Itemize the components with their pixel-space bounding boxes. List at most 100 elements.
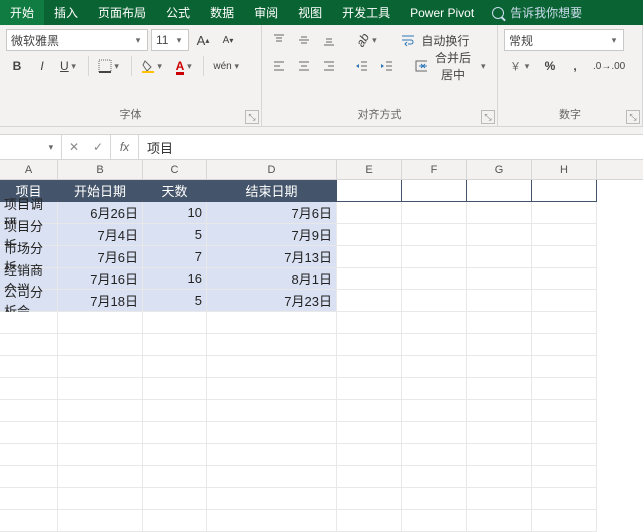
bold-button[interactable]: B xyxy=(6,55,28,77)
cell[interactable] xyxy=(143,378,207,400)
cell[interactable] xyxy=(532,400,597,422)
col-header[interactable]: D xyxy=(207,160,337,179)
cell[interactable] xyxy=(207,312,337,334)
cell[interactable] xyxy=(337,488,402,510)
cell[interactable] xyxy=(467,224,532,246)
cell[interactable] xyxy=(402,180,467,202)
cell[interactable] xyxy=(467,400,532,422)
percent-button[interactable]: % xyxy=(539,55,561,77)
cell[interactable] xyxy=(402,224,467,246)
cell[interactable] xyxy=(0,356,58,378)
cell[interactable] xyxy=(467,466,532,488)
cell[interactable] xyxy=(58,400,143,422)
orientation-button[interactable]: ab▾ xyxy=(352,29,383,51)
cell[interactable] xyxy=(207,422,337,444)
cell[interactable] xyxy=(207,510,337,532)
cell[interactable] xyxy=(532,334,597,356)
cell[interactable] xyxy=(0,334,58,356)
cell[interactable] xyxy=(467,378,532,400)
cell[interactable] xyxy=(467,202,532,224)
cell[interactable] xyxy=(337,422,402,444)
cell[interactable] xyxy=(207,488,337,510)
tab-page-layout[interactable]: 页面布局 xyxy=(88,0,156,25)
cell[interactable]: 7月4日 xyxy=(58,224,143,246)
cell[interactable] xyxy=(337,400,402,422)
tab-power-pivot[interactable]: Power Pivot xyxy=(400,0,484,25)
cell[interactable] xyxy=(467,444,532,466)
cell[interactable] xyxy=(143,466,207,488)
cell[interactable]: 7月13日 xyxy=(207,246,337,268)
enter-formula-button[interactable]: ✓ xyxy=(86,140,110,154)
cell[interactable] xyxy=(467,510,532,532)
col-header[interactable]: A xyxy=(0,160,58,179)
cell[interactable] xyxy=(467,334,532,356)
cell[interactable] xyxy=(402,312,467,334)
cell[interactable] xyxy=(207,400,337,422)
cell[interactable] xyxy=(143,488,207,510)
cell[interactable] xyxy=(467,180,532,202)
tab-view[interactable]: 视图 xyxy=(288,0,332,25)
cell[interactable] xyxy=(532,180,597,202)
cell[interactable]: 7月18日 xyxy=(58,290,143,312)
cell[interactable] xyxy=(143,400,207,422)
cell[interactable] xyxy=(337,312,402,334)
cell[interactable] xyxy=(532,356,597,378)
tab-developer[interactable]: 开发工具 xyxy=(332,0,400,25)
cell[interactable] xyxy=(467,356,532,378)
name-box-input[interactable] xyxy=(6,140,47,154)
font-size-combo[interactable]: 11 ▾ xyxy=(151,29,189,51)
cell[interactable] xyxy=(207,466,337,488)
tab-formulas[interactable]: 公式 xyxy=(156,0,200,25)
cell[interactable] xyxy=(402,444,467,466)
col-header[interactable]: F xyxy=(402,160,467,179)
cell[interactable] xyxy=(337,510,402,532)
cell[interactable] xyxy=(0,444,58,466)
align-top-button[interactable] xyxy=(268,29,290,51)
col-header[interactable]: G xyxy=(467,160,532,179)
increase-indent-button[interactable] xyxy=(376,55,398,77)
cell[interactable] xyxy=(0,378,58,400)
cell[interactable] xyxy=(337,246,402,268)
cell[interactable]: 7月9日 xyxy=(207,224,337,246)
cell[interactable] xyxy=(532,378,597,400)
cell[interactable] xyxy=(532,488,597,510)
font-name-combo[interactable]: 微软雅黑 ▾ xyxy=(6,29,148,51)
cell[interactable] xyxy=(58,356,143,378)
increase-decimal-button[interactable]: .0→.00 xyxy=(589,55,629,77)
cell[interactable] xyxy=(532,312,597,334)
cancel-formula-button[interactable]: ✕ xyxy=(62,140,86,154)
fill-color-button[interactable]: ▾ xyxy=(137,55,169,77)
wrap-text-button[interactable]: 自动换行 xyxy=(397,29,481,51)
tab-insert[interactable]: 插入 xyxy=(44,0,88,25)
cell[interactable] xyxy=(0,466,58,488)
phonetic-button[interactable]: wén ▾ xyxy=(209,55,245,77)
cell[interactable] xyxy=(532,290,597,312)
cell[interactable] xyxy=(0,510,58,532)
cell[interactable]: 结束日期 xyxy=(207,180,337,202)
cell[interactable] xyxy=(532,224,597,246)
cell[interactable] xyxy=(0,422,58,444)
tell-me-search[interactable]: 告诉我你想要 xyxy=(484,0,643,25)
cell[interactable] xyxy=(143,312,207,334)
merge-center-button[interactable]: 合并后居中 ▾ xyxy=(411,55,491,77)
cell[interactable] xyxy=(337,378,402,400)
increase-font-button[interactable]: A▴ xyxy=(192,29,214,51)
cell[interactable] xyxy=(58,312,143,334)
cell[interactable] xyxy=(402,356,467,378)
alignment-dialog-launcher[interactable]: ⤡ xyxy=(481,110,495,124)
cell[interactable] xyxy=(402,488,467,510)
cell[interactable]: 开始日期 xyxy=(58,180,143,202)
cell[interactable] xyxy=(337,466,402,488)
cell[interactable] xyxy=(467,312,532,334)
cell[interactable] xyxy=(402,466,467,488)
tab-review[interactable]: 审阅 xyxy=(244,0,288,25)
italic-button[interactable]: I xyxy=(31,55,53,77)
cell[interactable] xyxy=(207,356,337,378)
cell[interactable]: 8月1日 xyxy=(207,268,337,290)
cell[interactable] xyxy=(58,510,143,532)
decrease-font-button[interactable]: A▾ xyxy=(217,29,239,51)
cell[interactable] xyxy=(467,290,532,312)
cell[interactable]: 公司分析会 xyxy=(0,290,58,312)
cell[interactable] xyxy=(337,268,402,290)
cell[interactable] xyxy=(337,334,402,356)
